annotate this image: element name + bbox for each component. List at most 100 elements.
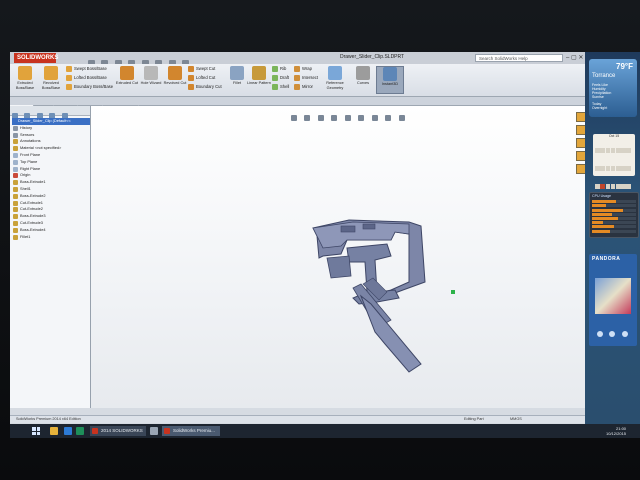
tree-item[interactable]: Right Plane — [12, 166, 90, 173]
boundary-icon — [66, 83, 72, 90]
cpu-core-fill — [592, 212, 612, 216]
instant3d-icon — [383, 67, 397, 81]
cut-feature-icon — [13, 200, 18, 206]
tree-item[interactable]: Top Plane — [12, 159, 90, 166]
origin-icon — [13, 173, 18, 179]
boundary-cut-icon — [188, 83, 194, 90]
curves-button[interactable]: Curves — [350, 66, 376, 86]
weather-line: Overnight — [592, 106, 608, 110]
mail-icon[interactable] — [150, 427, 158, 435]
shell-item[interactable]: Shell — [272, 83, 289, 91]
tree-item[interactable]: Sensors — [12, 132, 90, 139]
internet-explorer-icon[interactable] — [64, 427, 72, 435]
extrude-feature-icon — [13, 227, 18, 233]
store-icon[interactable] — [76, 427, 84, 435]
part-model[interactable] — [91, 106, 585, 408]
command-manager-ribbon: Extruded Boss/Base Revolved Boss/Base Sw… — [10, 64, 585, 97]
swept-cut-item[interactable]: Swept Cut — [188, 65, 215, 73]
boundary-cut-item[interactable]: Boundary Cut — [188, 83, 222, 91]
desktop-gadgets: 79°F Torrance Feels Like Humidity Precip… — [585, 52, 640, 424]
revolved-boss-button[interactable]: Revolved Boss/Base — [38, 66, 64, 90]
tree-item[interactable]: Shell1 — [12, 186, 90, 193]
cut-feature-icon — [13, 207, 18, 213]
status-product: SolidWorks Premium 2014 x64 Edition — [16, 417, 81, 421]
tree-item[interactable]: Cut-Extrude2 — [12, 206, 90, 213]
tree-item[interactable]: Boss-Extrude1 — [12, 179, 90, 186]
rib-icon — [272, 65, 278, 72]
tree-item[interactable]: Material <not specified> — [12, 145, 90, 152]
flex-arm — [359, 294, 422, 373]
revolved-cut-button[interactable]: Revolved Cut — [162, 66, 188, 86]
swept-boss-item[interactable]: Swept Boss/Base — [66, 65, 107, 73]
intersect-item[interactable]: Intersect — [294, 74, 318, 82]
tree-item[interactable]: Origin — [12, 172, 90, 179]
pandora-gadget[interactable]: PANDORA — [589, 254, 637, 346]
tree-item[interactable]: Annotations — [12, 138, 90, 145]
shell-feature-icon — [13, 186, 18, 192]
history-icon — [13, 125, 18, 131]
feature-manager-panel: Drawer_Slider_Clip (Default<< History Se… — [10, 106, 91, 408]
linear-pattern-icon — [252, 66, 266, 80]
hole-wizard-button[interactable]: Hole Wizard — [138, 66, 164, 86]
swept-icon — [66, 65, 72, 72]
instant3d-button[interactable]: Instant3D — [376, 66, 404, 94]
extruded-cut-button[interactable]: Extruded Cut — [114, 66, 140, 86]
revolve-icon — [44, 66, 58, 80]
cpu-core-fill — [592, 225, 614, 229]
cut-feature-icon — [13, 220, 18, 226]
skip-icon[interactable] — [609, 331, 616, 337]
top-rail — [312, 221, 410, 249]
windows-start-icon[interactable] — [32, 427, 40, 435]
file-explorer-icon[interactable] — [50, 427, 58, 435]
extrude-feature-icon — [13, 193, 18, 199]
calendar-gadget[interactable]: Oct 15 — [593, 134, 635, 225]
search-help-input[interactable]: Search SolidWorks Help — [475, 54, 563, 62]
cpu-core-fill — [592, 208, 623, 212]
shell-icon — [272, 83, 278, 90]
tree-item[interactable]: History — [12, 125, 90, 132]
lofted-cut-item[interactable]: Lofted Cut — [188, 74, 215, 82]
solidworks-icon — [164, 428, 170, 434]
tree-item[interactable]: Cut-Extrude1 — [12, 200, 90, 207]
tree-item[interactable]: Fillet1 — [12, 234, 90, 241]
tree-item[interactable]: Boss-Extrude2 — [12, 193, 90, 200]
window-controls[interactable]: – ▢ ✕ — [566, 54, 583, 61]
thumbs-up-icon[interactable] — [621, 331, 628, 337]
left-lug — [326, 255, 352, 279]
mirror-icon — [294, 83, 300, 90]
tree-root-part[interactable]: Drawer_Slider_Clip (Default<< — [12, 118, 90, 125]
taskbar-clock[interactable]: 21:00 10/12/2015 — [606, 426, 626, 436]
play-icon[interactable] — [597, 331, 603, 337]
boundary-boss-item[interactable]: Boundary Boss/Base — [66, 83, 113, 91]
weather-gadget[interactable]: 79°F Torrance Feels Like Humidity Precip… — [589, 59, 637, 117]
solidworks-logo[interactable]: SOLIDWORKS — [14, 53, 58, 63]
taskbar-app-solidworks-premium[interactable]: SolidWorks Premiu... — [162, 426, 220, 436]
lofted-boss-item[interactable]: Lofted Boss/Base — [66, 74, 107, 82]
graphics-area[interactable] — [91, 106, 585, 408]
annotation-icon — [13, 139, 18, 145]
reference-geometry-button[interactable]: Reference Geometry — [320, 66, 350, 90]
wrap-item[interactable]: Wrap — [294, 65, 312, 73]
tree-item[interactable]: Cut-Extrude3 — [12, 220, 90, 227]
cpu-core-fill — [592, 200, 617, 204]
draft-item[interactable]: Draft — [272, 74, 289, 82]
cpu-usage-gadget[interactable]: CPU Usage — [589, 192, 639, 238]
tree-item[interactable]: Boss-Extrude3 — [12, 213, 90, 220]
taskbar-app-solidworks[interactable]: 2014 SOLIDWORKS — [90, 426, 146, 436]
mirror-item[interactable]: Mirror — [294, 83, 313, 91]
clock-date: 10/12/2015 — [606, 431, 627, 436]
linear-pattern-button[interactable]: Linear Pattern — [246, 66, 272, 86]
status-units[interactable]: MMGS — [510, 416, 522, 423]
rib-item[interactable]: Rib — [272, 65, 286, 73]
tree-item[interactable]: Front Plane — [12, 152, 90, 159]
hole-wizard-icon — [144, 66, 158, 80]
plane-icon — [13, 166, 18, 172]
lofted-cut-icon — [188, 74, 194, 81]
task-pane-tabs — [576, 112, 586, 177]
tree-item[interactable]: Boss-Extrude4 — [12, 227, 90, 234]
extrude-feature-icon — [13, 180, 18, 186]
feature-manager-toolbar — [10, 106, 90, 119]
extruded-boss-button[interactable]: Extruded Boss/Base — [12, 66, 38, 90]
status-bar: SolidWorks Premium 2014 x64 Edition Edit… — [10, 415, 585, 423]
plane-icon — [13, 152, 18, 158]
